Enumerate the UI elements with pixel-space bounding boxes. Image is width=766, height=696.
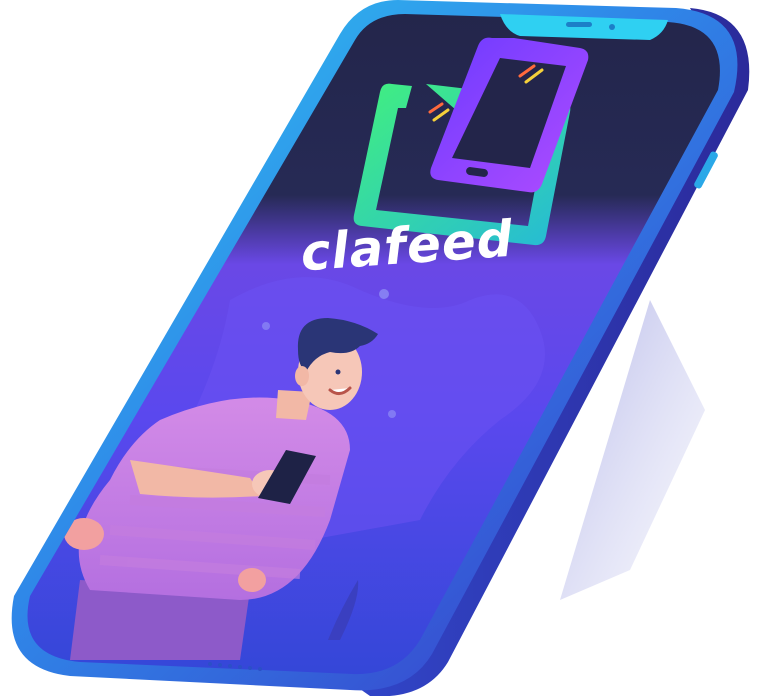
man-eye (335, 369, 341, 375)
phone-mockup-illustration: clafeed (0, 0, 766, 696)
decor-dot (262, 322, 270, 330)
man-ear (295, 366, 309, 386)
decor-dot (379, 289, 389, 299)
speaker-grille (566, 22, 592, 27)
decor-dot (388, 410, 396, 418)
man-elbow (238, 568, 266, 592)
phone-mockup-svg (11, 0, 750, 696)
front-camera (609, 24, 615, 30)
